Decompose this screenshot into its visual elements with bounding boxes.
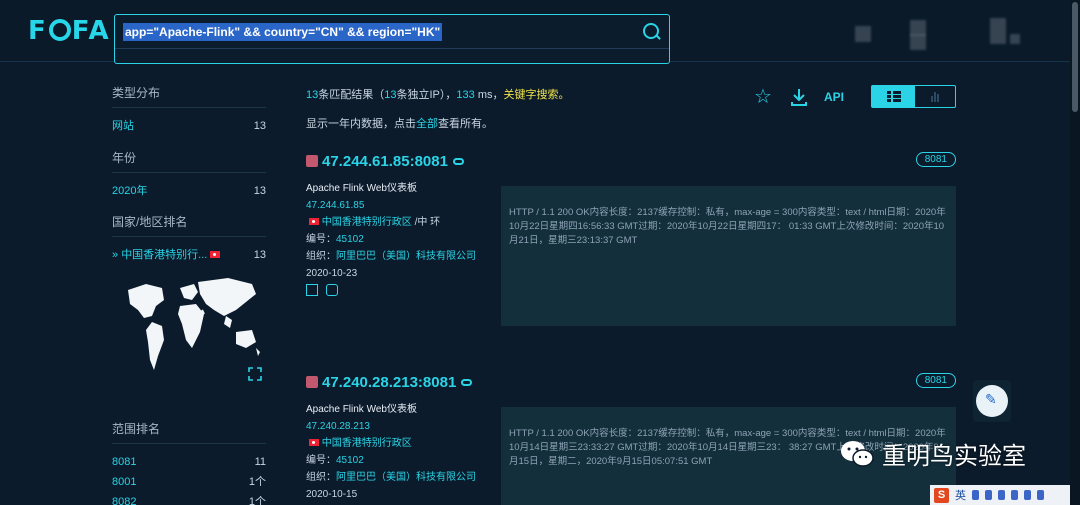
- result-date: 2020-10-15: [306, 489, 358, 500]
- ime-language[interactable]: 英: [955, 487, 966, 503]
- keyword-search-link[interactable]: 关键字搜索。: [504, 89, 570, 101]
- result-ip-link[interactable]: 47.240.28.213: [306, 418, 496, 435]
- cube-tag-icon[interactable]: [326, 284, 338, 296]
- bar-chart-icon: [931, 92, 939, 102]
- host-favicon-icon: [306, 376, 318, 388]
- fofa-logo[interactable]: F FA: [28, 16, 111, 46]
- chart-view-button[interactable]: [915, 86, 955, 107]
- result-meta: Apache Flink Web仪表板 47.240.28.213 中国香港特别…: [306, 401, 496, 503]
- api-button[interactable]: API: [824, 90, 844, 104]
- result-meta: Apache Flink Web仪表板 47.244.61.85 中国香港特别行…: [306, 180, 496, 296]
- result-region-link[interactable]: 中国香港特别行政区: [322, 438, 412, 449]
- pencil-icon: ✎: [985, 391, 997, 407]
- world-map: [128, 278, 260, 370]
- moon-icon[interactable]: [972, 490, 979, 500]
- hk-flag-icon: [309, 439, 319, 446]
- country-ranking: 国家/地区排名 » 中国香港特别行... 13: [112, 213, 266, 265]
- result-banner: HTTP / 1.1 200 OK内容长度：2137缓存控制：私有，max-ag…: [501, 186, 956, 326]
- show-all-link[interactable]: 全部: [416, 118, 438, 130]
- chevron-right-icon: »: [112, 249, 122, 261]
- result-tools: ☆ API: [754, 86, 844, 108]
- code-tag-icon[interactable]: [306, 284, 318, 296]
- result-title: Apache Flink Web仪表板: [306, 183, 417, 194]
- result-date: 2020-10-23: [306, 268, 358, 279]
- range-ranking: 范围排名 8081 11 8001 1个 8082 1个: [112, 420, 266, 505]
- search-input[interactable]: app="Apache-Flink" && country="CN" && re…: [123, 23, 443, 41]
- list-view-button[interactable]: [872, 86, 915, 107]
- scrollbar-thumb[interactable]: [1072, 2, 1078, 112]
- download-icon[interactable]: [790, 87, 808, 107]
- range-item-8081[interactable]: 8081 11: [112, 452, 266, 472]
- result-asn-link[interactable]: 45102: [336, 234, 364, 245]
- result-host-link[interactable]: 47.244.61.85:8081: [322, 153, 448, 170]
- data-range-note: 显示一年内数据，点击全部查看所有。: [306, 118, 493, 130]
- type-title: 类型分布: [112, 86, 161, 100]
- year-title: 年份: [112, 151, 137, 165]
- result-card: 47.240.28.213:8081 8081 Apache Flink Web…: [306, 371, 956, 505]
- toolbox-icon[interactable]: [1037, 490, 1044, 500]
- sogou-ime-icon[interactable]: S: [934, 487, 949, 503]
- search-divider: [115, 48, 669, 49]
- hk-flag-icon: [309, 218, 319, 225]
- port-badge[interactable]: 8081: [915, 152, 956, 167]
- result-card: 47.244.61.85:8081 8081 Apache Flink Web仪…: [306, 150, 956, 326]
- type-item-website[interactable]: 网站 13: [112, 116, 266, 136]
- result-summary: 13条匹配结果（13条独立IP），133 ms，关键字搜索。: [306, 89, 570, 101]
- star-icon[interactable]: ☆: [754, 87, 774, 107]
- result-title: Apache Flink Web仪表板: [306, 404, 417, 415]
- feedback-button[interactable]: ✎: [973, 380, 1011, 422]
- search-icon[interactable]: [643, 23, 659, 39]
- punctuation-icon[interactable]: [985, 490, 992, 500]
- result-org-link[interactable]: 阿里巴巴（美国）科技有限公司: [336, 472, 476, 483]
- wechat-icon: [841, 440, 874, 467]
- ime-toolbar[interactable]: S 英: [930, 485, 1070, 505]
- hk-flag-icon: [210, 251, 221, 258]
- result-host-link[interactable]: 47.240.28.213:8081: [322, 374, 456, 391]
- result-asn-link[interactable]: 45102: [336, 455, 364, 466]
- skin-icon[interactable]: [1024, 490, 1031, 500]
- range-item-8001[interactable]: 8001 1个: [112, 472, 266, 492]
- range-item-8082[interactable]: 8082 1个: [112, 492, 266, 505]
- port-badge[interactable]: 8081: [915, 373, 956, 388]
- host-favicon-icon: [306, 155, 318, 167]
- list-view-icon: [887, 91, 901, 102]
- watermark: 重明鸟实验室: [840, 436, 1026, 471]
- expand-icon[interactable]: [248, 367, 262, 381]
- year-item-2020[interactable]: 2020年 13: [112, 181, 266, 201]
- year-distribution: 年份 2020年 13: [112, 149, 266, 201]
- result-org-link[interactable]: 阿里巴巴（美国）科技有限公司: [336, 251, 476, 262]
- link-icon[interactable]: [461, 378, 473, 386]
- country-title: 国家/地区排名: [112, 215, 188, 229]
- microphone-icon[interactable]: [998, 490, 1005, 500]
- result-ip-link[interactable]: 47.244.61.85: [306, 197, 496, 214]
- search-box[interactable]: app="Apache-Flink" && country="CN" && re…: [114, 14, 670, 64]
- link-icon[interactable]: [452, 157, 464, 165]
- result-region-link[interactable]: 中国香港特别行政区: [322, 217, 412, 228]
- range-title: 范围排名: [112, 422, 161, 436]
- top-bar: F FA app="Apache-Flink" && country="CN" &…: [0, 0, 1080, 64]
- country-item-hk[interactable]: » 中国香港特别行... 13: [112, 245, 266, 265]
- keyboard-icon[interactable]: [1011, 490, 1018, 500]
- view-toggle[interactable]: [871, 85, 956, 108]
- scrollbar[interactable]: [1070, 0, 1080, 505]
- type-distribution: 类型分布 网站 13: [112, 84, 266, 136]
